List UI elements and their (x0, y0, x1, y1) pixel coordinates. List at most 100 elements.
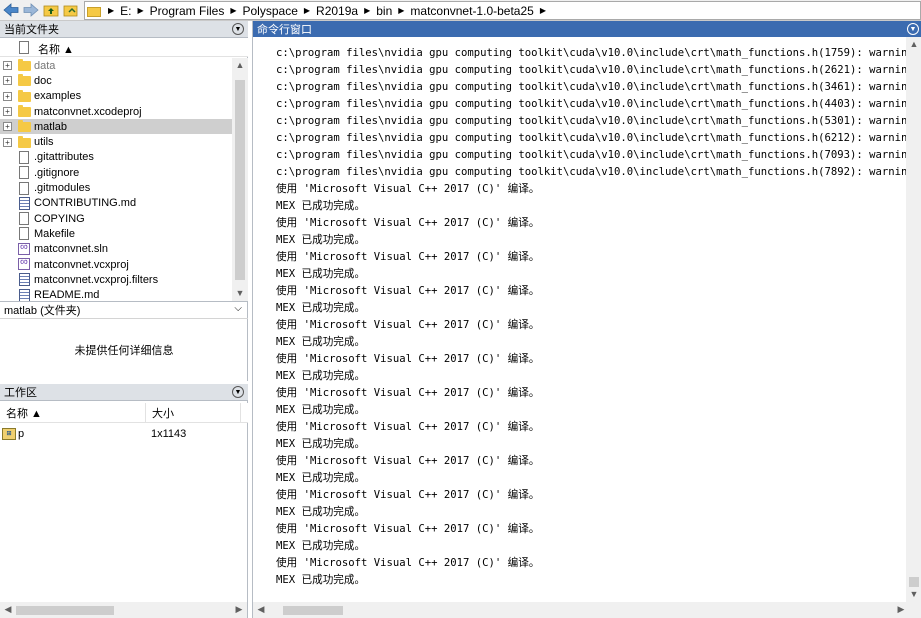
pane-title: 命令行窗口 (257, 24, 312, 36)
list-item[interactable]: Makefile (0, 226, 232, 241)
name-column-header[interactable]: 名称 ▲ (38, 41, 74, 57)
forward-arrow-icon[interactable] (22, 1, 40, 19)
breadcrumb-item[interactable]: bin (373, 4, 395, 18)
variable-size: 1x1143 (151, 428, 187, 440)
output-line: 使用 'Microsoft Visual C++ 2017 (C)' 编译。 (276, 319, 540, 331)
list-item-label: README.md (34, 289, 100, 301)
list-item[interactable]: matconvnet.vcxproj.filters (0, 272, 232, 287)
output-line: 使用 'Microsoft Visual C++ 2017 (C)' 编译。 (276, 353, 540, 365)
text-file-icon (18, 288, 31, 301)
output-line: 使用 'Microsoft Visual C++ 2017 (C)' 编译。 (276, 455, 540, 467)
list-item[interactable]: + examples (0, 89, 232, 104)
chevron-down-icon[interactable]: ⌵ (234, 303, 242, 314)
scrollbar-thumb[interactable] (235, 80, 245, 280)
list-item[interactable]: + data (0, 58, 232, 73)
folder-vertical-scrollbar[interactable]: ▲ ▼ (232, 58, 248, 301)
scrollbar-thumb[interactable] (909, 577, 919, 587)
list-item-label: .gitmodules (34, 182, 91, 195)
breadcrumb-item[interactable]: Program Files (147, 4, 228, 18)
breadcrumb-item[interactable]: Polyspace (240, 4, 301, 18)
pane-title: 工作区 (4, 387, 37, 399)
variable-icon: ⊞ (2, 428, 16, 440)
list-item[interactable]: .gitmodules (0, 180, 232, 195)
file-icon (19, 41, 29, 54)
expand-icon[interactable]: + (3, 122, 12, 132)
command-window-header: 命令行窗口 ▼ (253, 21, 921, 37)
workspace-horizontal-scrollbar[interactable]: ◀ ▶ (0, 602, 247, 618)
list-item[interactable]: CONTRIBUTING.md (0, 196, 232, 211)
list-item-label: CONTRIBUTING.md (34, 197, 137, 210)
pane-menu-icon[interactable]: ▼ (907, 23, 919, 35)
list-item[interactable]: README.md (0, 287, 232, 301)
breadcrumb-item[interactable]: matconvnet-1.0-beta25 (407, 4, 536, 18)
folder-file-list: + data + doc + examples + matconvnet.xcodeproj +… (0, 58, 232, 301)
output-line: MEX 已成功完成。 (276, 506, 366, 518)
output-line: c:\program files\nvidia gpu computing to… (276, 47, 906, 59)
current-folder-pane: 当前文件夹 ▼ 名称 ▲ + data + doc + examples + matconvn… (0, 21, 248, 301)
list-item-label: matlab (34, 120, 68, 133)
list-item[interactable]: COPYING (0, 211, 232, 226)
list-item[interactable]: + matconvnet.xcodeproj (0, 104, 232, 119)
list-item[interactable]: .gitignore (0, 165, 232, 180)
scroll-left-icon[interactable]: ◀ (253, 604, 269, 615)
up-folder-icon[interactable] (42, 1, 60, 19)
breadcrumb[interactable]: ▶ E: ▶ Program Files ▶ Polyspace ▶ R2019… (84, 1, 921, 20)
output-line: MEX 已成功完成。 (276, 268, 366, 280)
back-arrow-icon[interactable] (2, 1, 20, 19)
output-line: c:\program files\nvidia gpu computing to… (276, 149, 906, 161)
list-item-label: matconvnet.vcxproj.filters (34, 273, 159, 286)
list-item-label: .gitignore (34, 166, 80, 179)
size-column-header[interactable]: 大小 (146, 403, 241, 423)
output-line: MEX 已成功完成。 (276, 370, 366, 382)
folder-icon (87, 4, 101, 18)
list-item[interactable]: matconvnet.vcxproj (0, 256, 232, 272)
expand-icon[interactable]: + (3, 91, 12, 101)
breadcrumb-item[interactable]: E: (117, 4, 134, 18)
output-line: 使用 'Microsoft Visual C++ 2017 (C)' 编译。 (276, 183, 540, 195)
table-row[interactable]: ⊞ p 1x1143 (0, 426, 248, 442)
expand-icon[interactable]: + (3, 61, 12, 71)
name-column-header[interactable]: 名称 ▲ (0, 403, 146, 423)
browse-folder-icon[interactable] (62, 1, 80, 19)
file-icon (18, 166, 31, 180)
breadcrumb-item[interactable]: R2019a (313, 4, 361, 18)
list-item[interactable]: + matlab (0, 119, 232, 135)
scroll-right-icon[interactable]: ▶ (893, 604, 909, 615)
details-pane: matlab (文件夹) ⌵ 未提供任何详细信息 (0, 301, 248, 381)
scroll-right-icon[interactable]: ▶ (231, 604, 247, 615)
list-item[interactable]: + doc (0, 73, 232, 88)
scroll-up-icon[interactable]: ▲ (906, 39, 921, 49)
command-output[interactable]: c:\program files\nvidia gpu computing to… (253, 37, 906, 594)
output-line: c:\program files\nvidia gpu computing to… (276, 81, 906, 93)
output-line: MEX 已成功完成。 (276, 234, 366, 246)
expand-icon[interactable]: + (3, 107, 12, 117)
scrollbar-thumb[interactable] (283, 606, 343, 615)
expand-icon[interactable]: + (3, 76, 12, 86)
list-item-label: data (34, 59, 56, 72)
list-item-label: COPYING (34, 212, 85, 225)
command-vertical-scrollbar[interactable]: ▲ ▼ (906, 37, 921, 602)
current-folder-header: 当前文件夹 ▼ (0, 21, 248, 38)
details-message: 未提供任何详细信息 (74, 345, 174, 357)
chevron-right-icon[interactable]: ▶ (537, 6, 549, 15)
list-item-label: examples (34, 90, 82, 103)
solution-file-icon (18, 241, 31, 256)
list-item[interactable]: .gitattributes (0, 150, 232, 165)
chevron-right-icon: ▶ (364, 6, 371, 15)
scroll-left-icon[interactable]: ◀ (0, 604, 16, 615)
command-horizontal-scrollbar[interactable]: ◀ ▶ (253, 602, 921, 618)
expand-icon[interactable]: + (3, 137, 12, 147)
details-header[interactable]: matlab (文件夹) ⌵ (0, 302, 248, 319)
scrollbar-thumb[interactable] (16, 606, 114, 615)
list-item[interactable]: matconvnet.sln (0, 241, 232, 257)
scroll-down-icon[interactable]: ▼ (232, 288, 248, 298)
chevron-right-icon: ▶ (108, 6, 115, 15)
pane-menu-icon[interactable]: ▼ (232, 386, 244, 398)
folder-icon (18, 59, 31, 72)
pane-menu-icon[interactable]: ▼ (232, 23, 244, 35)
list-item[interactable]: + utils (0, 134, 232, 149)
scroll-up-icon[interactable]: ▲ (232, 60, 248, 70)
folder-icon (18, 135, 31, 149)
chevron-right-icon: ▶ (398, 6, 405, 15)
scroll-down-icon[interactable]: ▼ (906, 589, 921, 599)
